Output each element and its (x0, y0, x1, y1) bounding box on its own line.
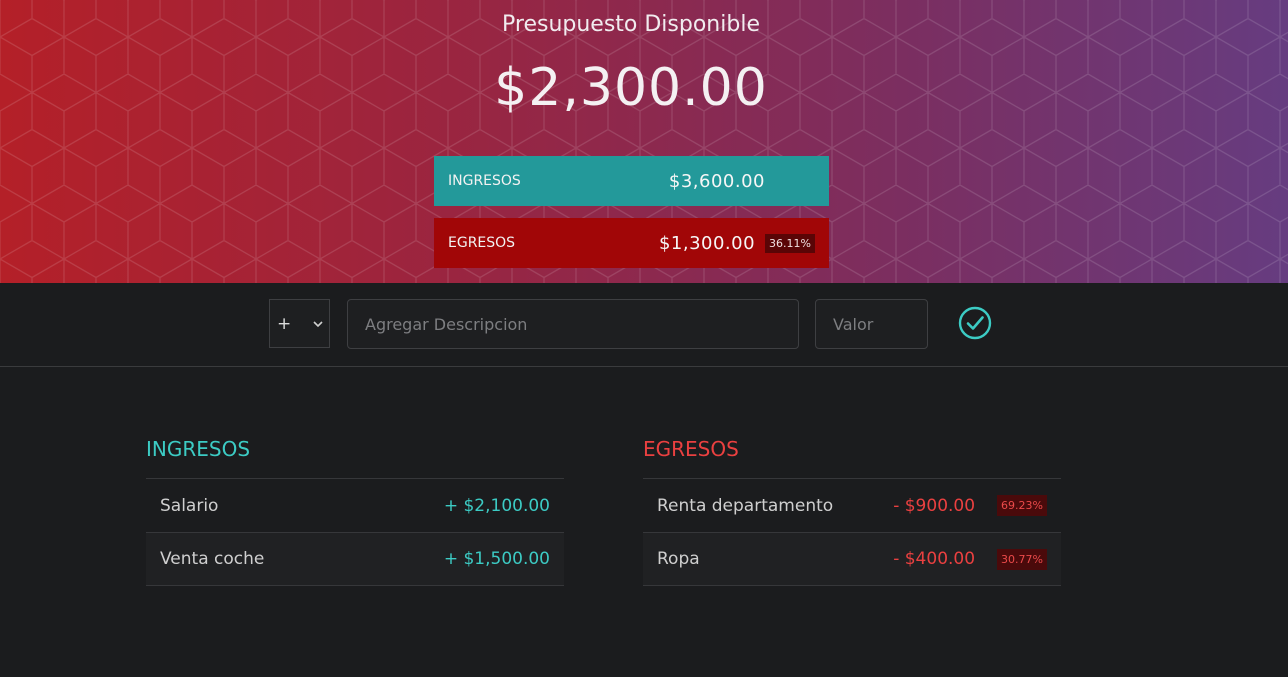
expense-percentage-badge: 36.11% (765, 233, 815, 253)
expense-row: Renta departamento - $900.00 69.23% (643, 478, 1061, 532)
expense-row: Ropa - $400.00 30.77% (643, 532, 1061, 586)
description-input[interactable] (347, 299, 799, 349)
type-select-value: + (277, 313, 292, 334)
value-input[interactable] (815, 299, 928, 349)
income-summary-value: $3,600.00 (668, 170, 765, 192)
income-summary: INGRESOS $3,600.00 (434, 156, 829, 206)
income-summary-label: INGRESOS (448, 173, 521, 189)
budget-header: Presupuesto Disponible $2,300.00 INGRESO… (0, 0, 1288, 283)
income-list: INGRESOS Salario + $2,100.00 Venta coche… (146, 437, 564, 586)
expense-description: Ropa (657, 549, 700, 569)
expense-summary: EGRESOS $1,300.00 36.11% (434, 218, 829, 268)
expense-amount: - $900.00 (893, 495, 976, 516)
budget-title: Presupuesto Disponible (502, 12, 760, 37)
income-description: Salario (160, 495, 219, 516)
type-select[interactable]: + (269, 299, 330, 348)
expense-summary-label: EGRESOS (448, 235, 516, 251)
income-list-title: INGRESOS (146, 437, 251, 461)
expense-list: EGRESOS Renta departamento - $900.00 69.… (643, 437, 1061, 586)
expense-percentage-badge: 30.77% (997, 548, 1047, 570)
available-budget-amount: $2,300.00 (494, 58, 768, 118)
chevron-down-icon (313, 317, 323, 331)
add-entry-bar: + (0, 283, 1288, 367)
income-amount: + $2,100.00 (443, 495, 550, 516)
expense-summary-value: $1,300.00 (658, 232, 756, 254)
check-circle-icon[interactable] (957, 305, 993, 345)
income-description: Venta coche (160, 549, 265, 569)
expense-amount: - $400.00 (893, 549, 976, 569)
income-amount: + $1,500.00 (443, 549, 550, 569)
income-row: Venta coche + $1,500.00 (146, 532, 564, 586)
expense-percentage-badge: 69.23% (997, 495, 1047, 516)
expense-list-title: EGRESOS (643, 437, 739, 461)
income-row: Salario + $2,100.00 (146, 478, 564, 532)
expense-description: Renta departamento (657, 495, 834, 516)
